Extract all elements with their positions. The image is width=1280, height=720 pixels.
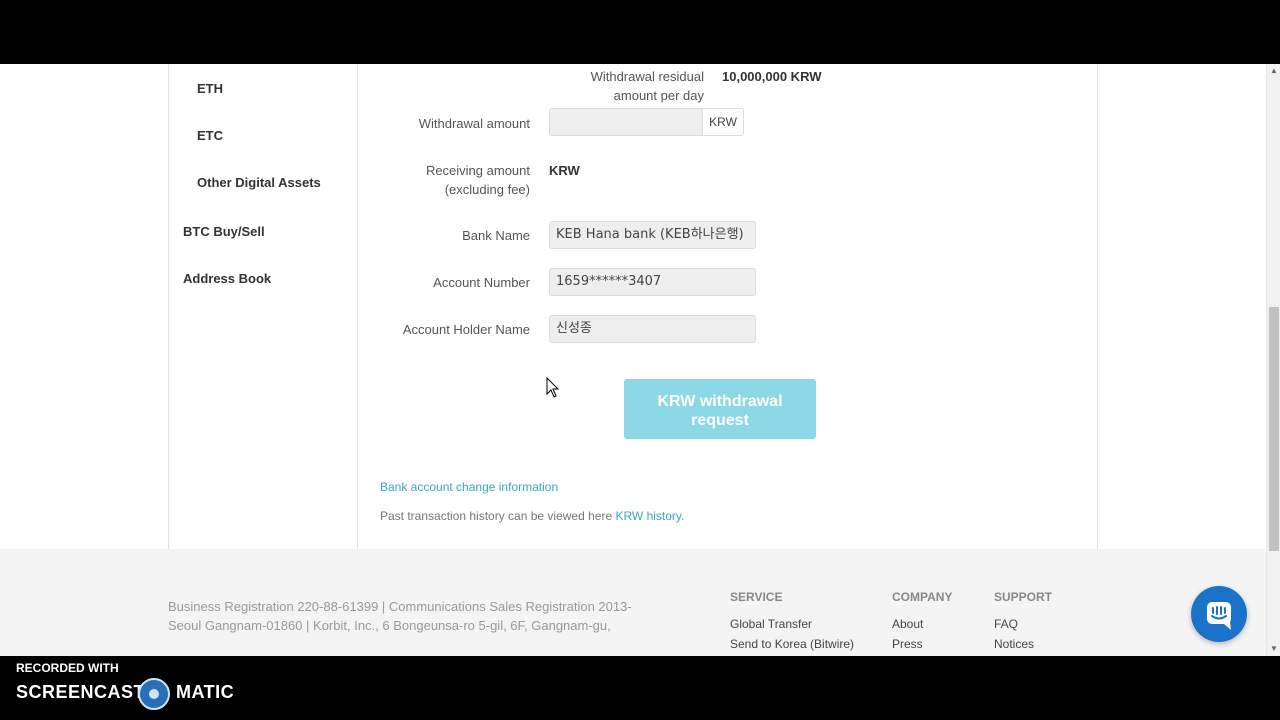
recording-top-bar — [0, 0, 1280, 64]
page-footer: Business Registration 220-88-61399 | Com… — [0, 549, 1280, 656]
recorded-with-label: RECORDED WITH — [16, 661, 119, 675]
footer-link-press[interactable]: Press — [892, 637, 952, 651]
business-info: Business Registration 220-88-61399 | Com… — [168, 599, 632, 633]
krw-withdrawal-request-button[interactable]: KRW withdrawal request — [624, 379, 816, 439]
submit-label-line2: request — [691, 412, 749, 429]
scrollbar-thumb[interactable] — [1269, 307, 1279, 551]
submit-label-line1: KRW withdrawal — [657, 393, 783, 410]
bank-account-change-link[interactable]: Bank account change information — [380, 480, 558, 494]
bank-name-label: Bank Name — [462, 228, 530, 243]
krw-history-link[interactable]: KRW history. — [615, 509, 684, 523]
footer-link-send-to-korea[interactable]: Send to Korea (Bitwire) — [730, 637, 854, 651]
withdrawal-amount-field: KRW — [549, 108, 744, 136]
bank-name-field: KEB Hana bank (KEB하나은행) — [549, 221, 756, 249]
residual-label: Withdrawal residual amount per day — [591, 67, 704, 105]
account-holder-field: 신성종 — [549, 315, 756, 343]
residual-value: 10,000,000 KRW — [722, 69, 822, 84]
sidebar-item-eth[interactable]: ETH — [197, 81, 223, 96]
sidebar-item-btc-buy-sell[interactable]: BTC Buy/Sell — [183, 224, 265, 239]
mouse-pointer-icon — [546, 377, 560, 398]
footer-column-service: SERVICE Global Transfer Send to Korea (B… — [730, 590, 854, 656]
logo-text-right: MATIC — [176, 682, 235, 702]
withdrawal-card: ETH ETC Other Digital Assets BTC Buy/Sel… — [168, 64, 1098, 549]
account-holder-label: Account Holder Name — [402, 322, 530, 337]
history-note-text: Past transaction history can be viewed h… — [380, 509, 616, 523]
footer-heading-company: COMPANY — [892, 590, 953, 604]
footer-column-support: SUPPORT FAQ Notices — [994, 590, 1052, 656]
footer-heading-service: SERVICE — [730, 590, 783, 604]
amount-unit-label: KRW — [702, 109, 743, 135]
account-number-label: Account Number — [433, 275, 530, 290]
withdrawal-amount-input[interactable] — [550, 109, 702, 135]
sidebar-item-address-book[interactable]: Address Book — [183, 271, 271, 286]
sidebar-item-other-digital-assets[interactable]: Other Digital Assets — [197, 175, 321, 190]
record-dot-icon — [138, 678, 170, 710]
sidebar: ETH ETC Other Digital Assets BTC Buy/Sel… — [169, 64, 358, 549]
footer-heading-support: SUPPORT — [994, 590, 1053, 604]
chat-bubble-icon — [1207, 602, 1231, 630]
logo-text-left: SCREENCAST — [16, 682, 146, 702]
receiving-amount-value: KRW — [549, 163, 580, 178]
withdrawal-form: Withdrawal residual amount per day 10,00… — [358, 64, 1098, 549]
screencast-watermark-bar: RECORDED WITH SCREENCAST MATIC — [0, 656, 1280, 720]
footer-link-faq[interactable]: FAQ — [994, 617, 1052, 631]
receiving-label-line1: Receiving amount — [425, 163, 530, 178]
footer-column-company: COMPANY About Press — [892, 590, 952, 656]
footer-link-about[interactable]: About — [892, 617, 952, 631]
footer-link-notices[interactable]: Notices — [994, 637, 1052, 651]
receiving-label-line2: (excluding fee) — [444, 182, 530, 197]
account-number-field: 1659******3407 — [549, 268, 756, 296]
chevron-down-icon[interactable]: ▼ — [1267, 642, 1280, 656]
chat-launcher-button[interactable] — [1191, 586, 1247, 642]
chevron-up-icon[interactable]: ▲ — [1267, 64, 1280, 78]
browser-viewport: ETH ETC Other Digital Assets BTC Buy/Sel… — [0, 64, 1280, 656]
sidebar-item-etc[interactable]: ETC — [197, 128, 223, 143]
residual-label-line1: Withdrawal residual — [590, 69, 704, 84]
footer-link-global-transfer[interactable]: Global Transfer — [730, 617, 854, 631]
withdrawal-amount-label: Withdrawal amount — [418, 116, 530, 131]
receiving-amount-label: Receiving amount (excluding fee) — [426, 161, 530, 199]
residual-label-line2: amount per day — [613, 88, 704, 103]
history-note: Past transaction history can be viewed h… — [380, 509, 684, 523]
vertical-scrollbar[interactable]: ▲ ▼ — [1266, 64, 1280, 656]
